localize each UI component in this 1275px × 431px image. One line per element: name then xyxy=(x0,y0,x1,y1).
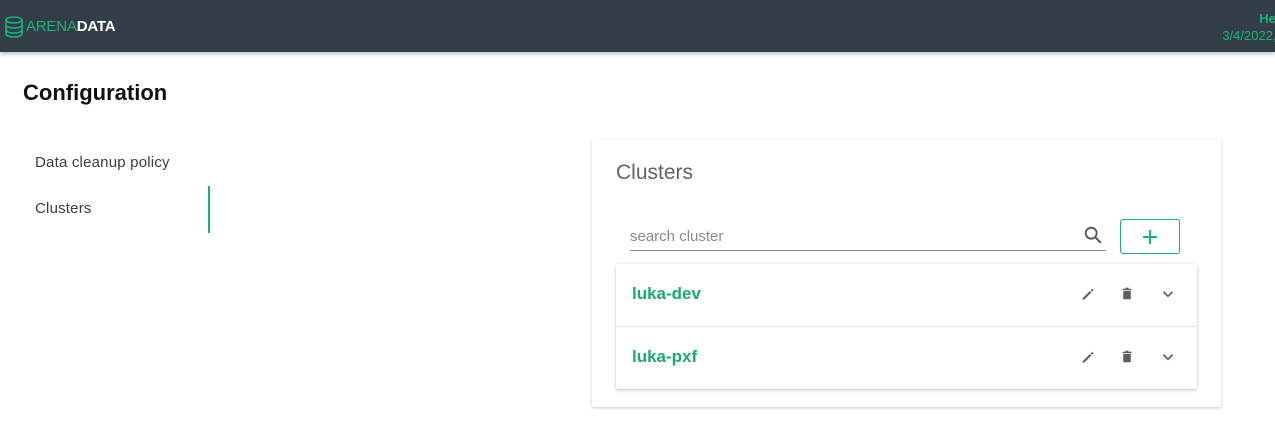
chevron-down-icon[interactable] xyxy=(1159,285,1177,303)
search-icon[interactable] xyxy=(1082,224,1104,246)
clusters-card-title: Clusters xyxy=(616,161,694,184)
logo-text: ARENADATA xyxy=(26,16,116,38)
cluster-row-luka-dev[interactable]: luka-dev xyxy=(616,264,1197,327)
chevron-down-icon[interactable] xyxy=(1159,348,1177,366)
sidebar-item-data-cleanup-policy[interactable]: Data cleanup policy xyxy=(0,140,212,186)
user-greeting: Hello xyxy=(1259,11,1275,26)
delete-icon[interactable] xyxy=(1118,348,1136,366)
cluster-name[interactable]: luka-pxf xyxy=(632,346,697,368)
plus-icon xyxy=(1143,229,1157,244)
user-info: Hello 3/4/2022, 4: xyxy=(1222,10,1275,44)
logo-text-data: DATA xyxy=(76,18,116,35)
clusters-card: Clusters luka-dev xyxy=(592,140,1221,407)
add-cluster-button[interactable] xyxy=(1120,219,1180,254)
database-logo-icon xyxy=(5,16,23,38)
edit-icon[interactable] xyxy=(1079,285,1097,303)
cluster-name[interactable]: luka-dev xyxy=(632,283,701,305)
config-sidebar: Data cleanup policy Clusters xyxy=(0,140,212,233)
logo-text-arena: ARENA xyxy=(26,18,77,35)
login-datetime: 3/4/2022, 4: xyxy=(1222,28,1275,43)
search-cluster-input[interactable] xyxy=(630,224,1070,248)
delete-icon[interactable] xyxy=(1118,285,1136,303)
edit-icon[interactable] xyxy=(1079,348,1097,366)
page-title: Configuration xyxy=(23,80,168,105)
cluster-row-luka-pxf[interactable]: luka-pxf xyxy=(616,327,1197,389)
arenadata-logo[interactable]: ARENADATA xyxy=(4,16,116,38)
search-cluster-field xyxy=(630,224,1106,251)
sidebar-item-clusters[interactable]: Clusters xyxy=(0,186,212,233)
cluster-list: luka-dev luka-pxf xyxy=(616,264,1197,389)
top-bar: ARENADATA Hello 3/4/2022, 4: xyxy=(0,0,1275,52)
